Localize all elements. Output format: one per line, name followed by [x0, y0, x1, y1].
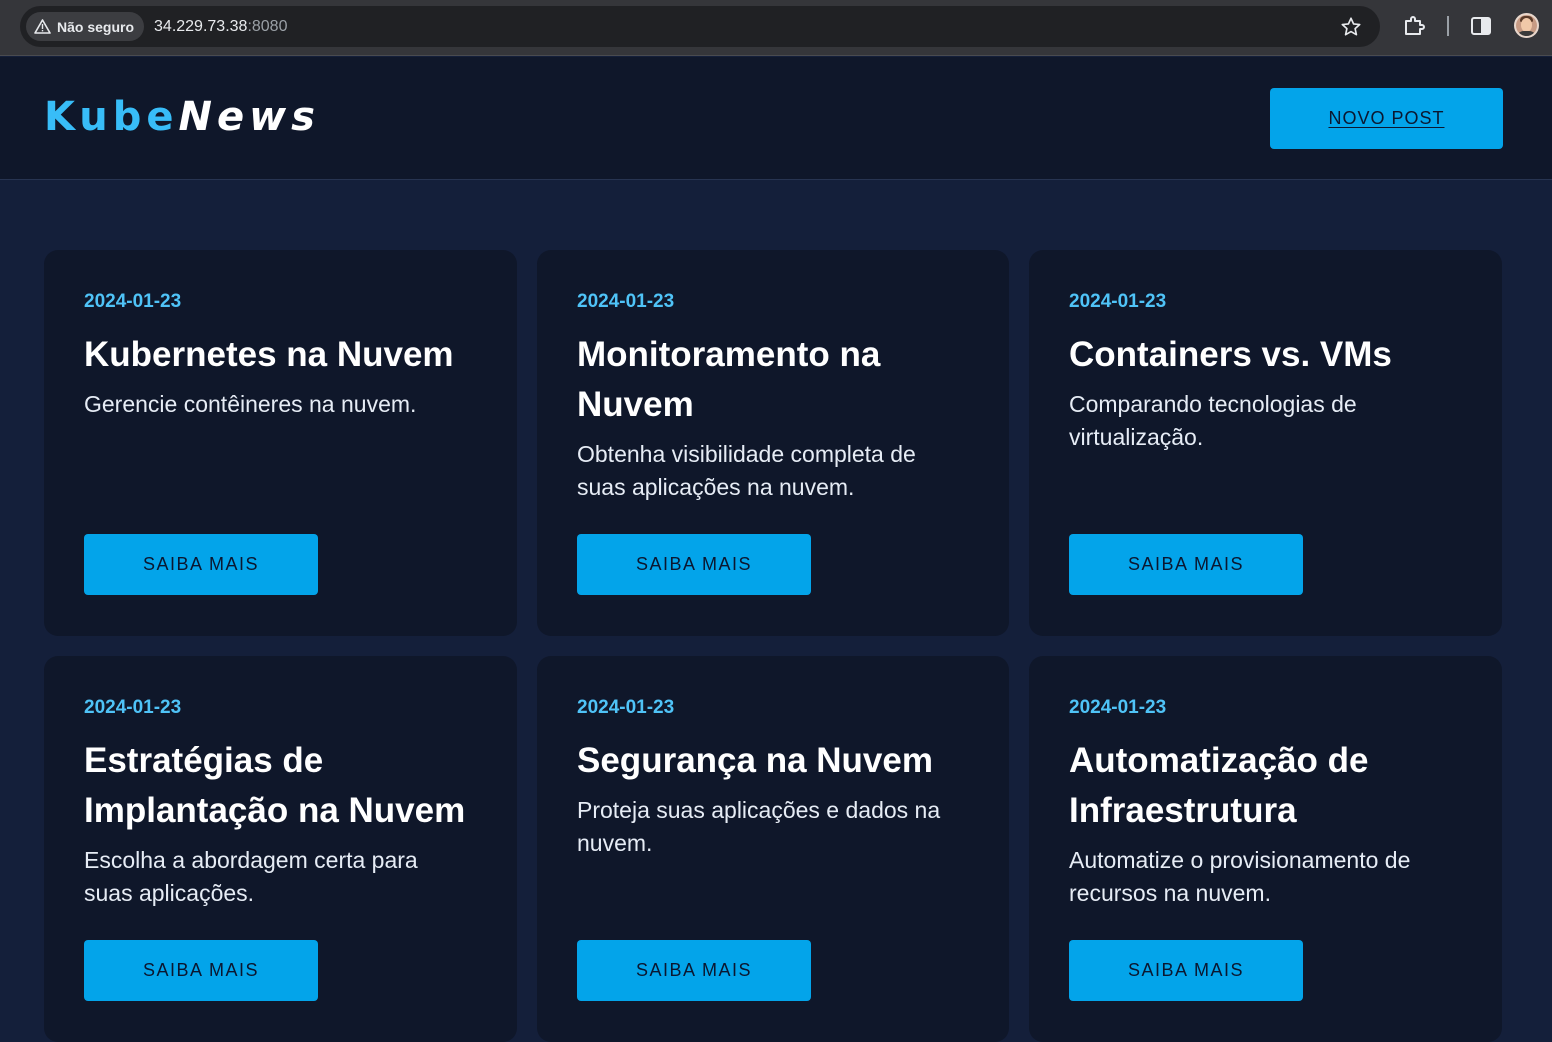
post-date: 2024-01-23	[1069, 291, 1167, 312]
site-header: KubeNews NOVO POST	[0, 57, 1552, 180]
security-indicator[interactable]: Não seguro	[26, 12, 145, 41]
post-card: 2024-01-23 Automatização de Infraestrutu…	[1029, 656, 1502, 1042]
post-description: Obtenha visibilidade completa de suas ap…	[577, 441, 916, 500]
toolbar-divider	[1447, 16, 1449, 36]
read-more-button[interactable]: SAIBA MAIS	[1069, 534, 1303, 595]
post-card: 2024-01-23 Estratégias de Implantação na…	[44, 656, 517, 1042]
post-date: 2024-01-23	[1069, 697, 1167, 718]
bookmark-star-icon[interactable]	[1340, 16, 1362, 43]
post-title: Kubernetes na Nuvem	[84, 335, 454, 374]
profile-avatar[interactable]	[1514, 13, 1539, 38]
post-description: Escolha a abordagem certa para suas apli…	[84, 847, 418, 906]
posts-grid: 2024-01-23 Kubernetes na Nuvem Gerencie …	[44, 250, 1502, 1042]
post-card: 2024-01-23 Containers vs. VMs Comparando…	[1029, 250, 1502, 636]
new-post-button[interactable]: NOVO POST	[1270, 88, 1503, 149]
warning-icon	[34, 19, 51, 34]
post-card: 2024-01-23 Monitoramento na Nuvem Obtenh…	[537, 250, 1009, 636]
post-date: 2024-01-23	[577, 697, 675, 718]
post-description: Automatize o provisionamento de recursos…	[1069, 847, 1411, 906]
read-more-button[interactable]: SAIBA MAIS	[84, 534, 318, 595]
post-date: 2024-01-23	[84, 697, 182, 718]
logo-kube: Kube	[44, 94, 179, 140]
post-card: 2024-01-23 Kubernetes na Nuvem Gerencie …	[44, 250, 517, 636]
post-date: 2024-01-23	[84, 291, 182, 312]
post-date: 2024-01-23	[577, 291, 675, 312]
post-description: Comparando tecnologias de virtualização.	[1069, 391, 1357, 450]
extensions-puzzle-icon[interactable]	[1402, 14, 1426, 43]
read-more-button[interactable]: SAIBA MAIS	[577, 534, 811, 595]
post-description: Gerencie contêineres na nuvem.	[84, 391, 417, 417]
post-title: Containers vs. VMs	[1069, 335, 1392, 374]
read-more-button[interactable]: SAIBA MAIS	[84, 940, 318, 1001]
post-description: Proteja suas aplicações e dados na nuvem…	[577, 797, 941, 856]
post-card: 2024-01-23 Segurança na Nuvem Proteja su…	[537, 656, 1009, 1042]
url-port: :8080	[247, 17, 288, 35]
url-host: 34.229.73.38	[154, 17, 248, 35]
site-logo[interactable]: KubeNews	[44, 91, 320, 143]
post-title: Segurança na Nuvem	[577, 741, 933, 780]
side-panel-icon[interactable]	[1470, 15, 1492, 42]
address-bar[interactable]: Não seguro 34.229.73.38:8080	[20, 6, 1380, 47]
read-more-button[interactable]: SAIBA MAIS	[1069, 940, 1303, 1001]
post-title: Estratégias de Implantação na Nuvem	[84, 741, 466, 830]
read-more-button[interactable]: SAIBA MAIS	[577, 940, 811, 1001]
browser-toolbar: Não seguro 34.229.73.38:8080	[0, 0, 1552, 56]
logo-news: News	[178, 94, 320, 140]
security-label: Não seguro	[57, 18, 135, 35]
post-title: Automatização de Infraestrutura	[1069, 741, 1369, 830]
url-text[interactable]: 34.229.73.38:8080	[154, 18, 287, 36]
post-title: Monitoramento na Nuvem	[577, 335, 881, 424]
